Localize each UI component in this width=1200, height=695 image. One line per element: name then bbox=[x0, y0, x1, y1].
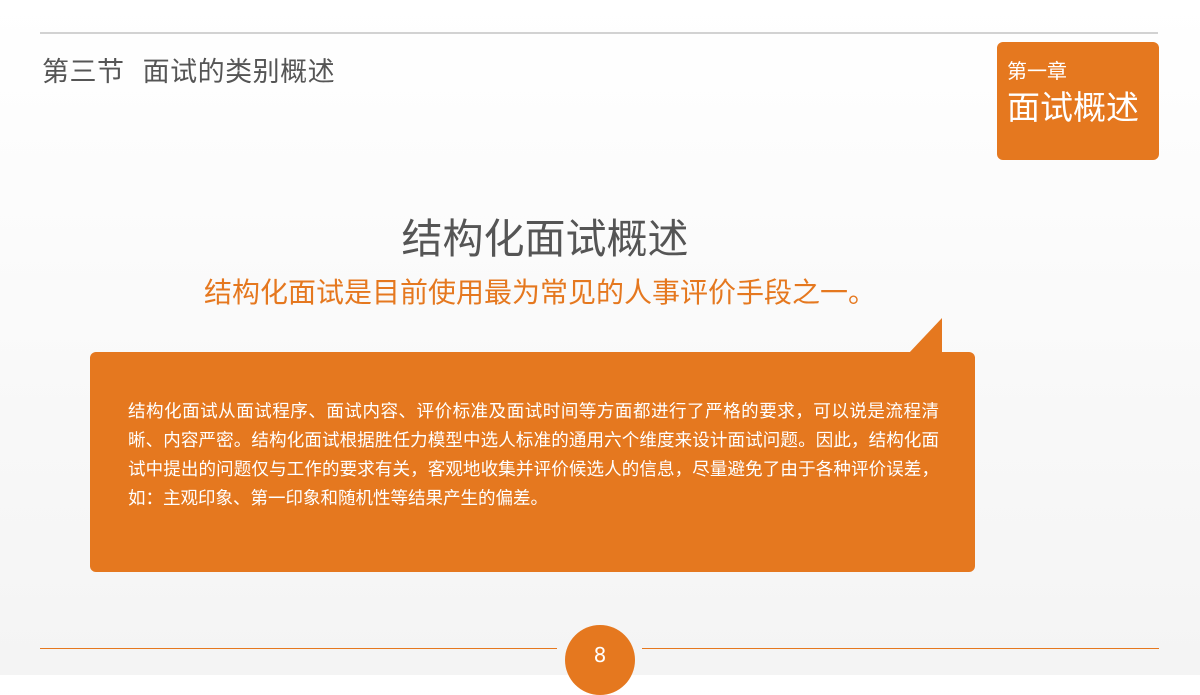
bubble-body-text: 结构化面试从面试程序、面试内容、评价标准及面试时间等方面都进行了严格的要求，可以… bbox=[128, 402, 939, 509]
top-divider bbox=[40, 32, 1158, 34]
chapter-label: 第一章 bbox=[1007, 59, 1067, 83]
page-number-badge: 8 bbox=[565, 625, 635, 695]
page-number: 8 bbox=[593, 643, 607, 667]
footer-divider-right bbox=[642, 648, 1159, 649]
slide-subtitle: 结构化面试是目前使用最为常见的人事评价手段之一。 bbox=[203, 276, 876, 309]
section-title: 第三节 面试的类别概述 bbox=[42, 57, 336, 88]
speech-bubble-tail bbox=[908, 318, 942, 354]
chapter-name: 面试概述 bbox=[1007, 88, 1139, 127]
speech-bubble: 结构化面试从面试程序、面试内容、评价标准及面试时间等方面都进行了严格的要求，可以… bbox=[90, 352, 975, 572]
chapter-badge: 第一章 面试概述 bbox=[997, 42, 1159, 160]
footer-divider-left bbox=[40, 648, 557, 649]
slide-title: 结构化面试概述 bbox=[401, 215, 689, 263]
